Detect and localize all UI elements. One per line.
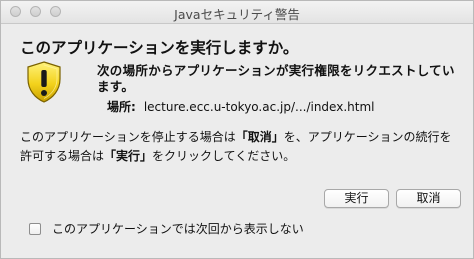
java-security-dialog: Javaセキュリティ警告 このアプリケーションを実行しますか。 次の場所からアプ…: [0, 0, 474, 259]
dialog-message: 次の場所からアプリケーションが実行権限をリクエストしています。: [97, 63, 455, 94]
dont-show-again-row[interactable]: このアプリケーションでは次回から表示しない: [29, 220, 304, 237]
info-text-part3: をクリックしてください。: [152, 149, 296, 163]
run-button[interactable]: 実行: [324, 189, 389, 208]
dont-show-again-checkbox[interactable]: [29, 222, 41, 235]
location-value: lecture.ecc.u-tokyo.ac.jp/.../index.html: [143, 100, 375, 114]
info-run-highlight: 「実行」: [104, 149, 153, 163]
dialog-heading: このアプリケーションを実行しますか。: [20, 39, 299, 57]
dialog-info-text: このアプリケーションを停止する場合は「取消」を、アプリケーションの続行を許可する…: [20, 128, 460, 166]
location-line: 場所: lecture.ecc.u-tokyo.ac.jp/.../index.h…: [107, 98, 374, 115]
info-cancel-highlight: 「取消」: [235, 130, 284, 144]
window-title: Javaセキュリティ警告: [174, 7, 300, 22]
warning-shield-icon: [27, 61, 61, 103]
cancel-button[interactable]: 取消: [396, 189, 461, 208]
dont-show-again-label[interactable]: このアプリケーションでは次回から表示しない: [52, 220, 304, 237]
title-bar[interactable]: Javaセキュリティ警告: [1, 1, 473, 24]
location-label: 場所:: [107, 100, 136, 114]
info-text-part1: このアプリケーションを停止する場合は: [20, 130, 236, 144]
